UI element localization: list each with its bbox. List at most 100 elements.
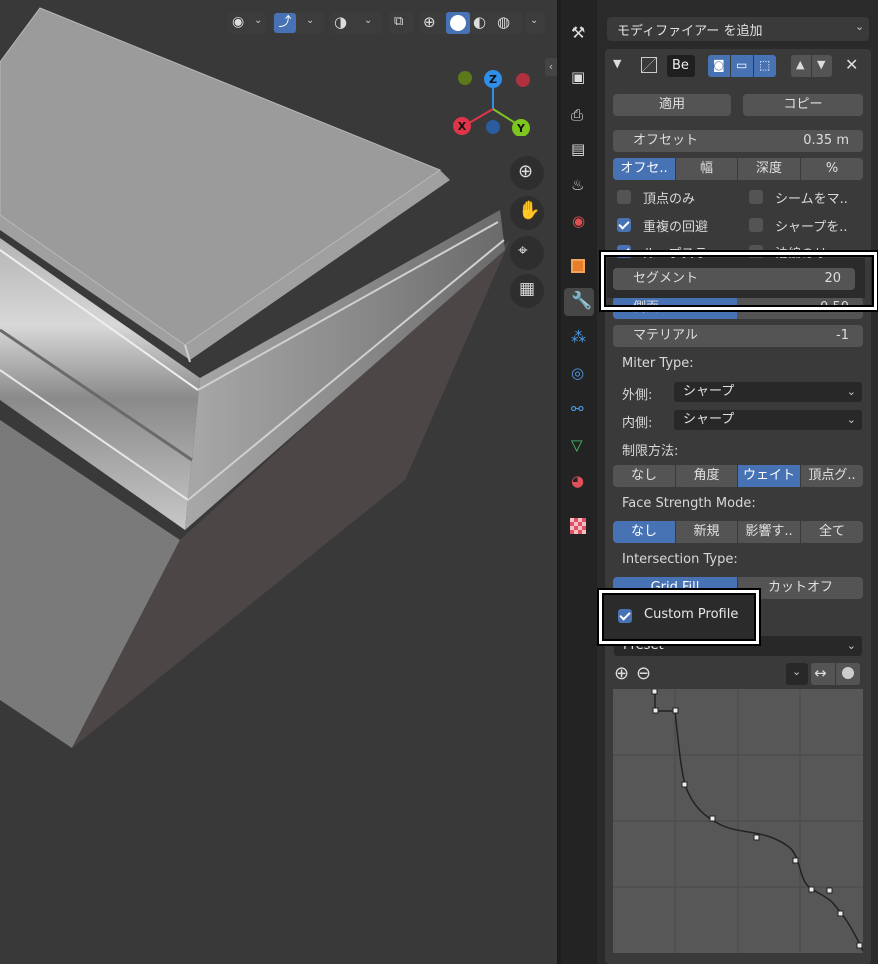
segments-field-highlighted[interactable]: セグメント 20 bbox=[613, 268, 855, 290]
rendered-shading-icon[interactable]: ◍ bbox=[497, 13, 510, 31]
camera-view-button[interactable]: ⌖ bbox=[510, 236, 544, 270]
move-down-button[interactable]: ▼ bbox=[812, 55, 832, 77]
face-strength-all[interactable]: 全て bbox=[801, 521, 863, 543]
modifier-name-field[interactable]: Be bbox=[667, 55, 695, 77]
show-on-cage-button[interactable]: ⬚ bbox=[754, 55, 776, 77]
mark-seams-label: シームをマ.. bbox=[775, 192, 848, 207]
chevron-down-icon: ⌄ bbox=[846, 385, 856, 398]
zoom-icon: ⊕ bbox=[518, 161, 534, 182]
overlay-icon: ◑ bbox=[334, 13, 348, 31]
chevron-down-icon: ⌄ bbox=[846, 413, 856, 426]
chevron-down-icon: ⌄ bbox=[530, 15, 539, 26]
miter-inner-dropdown[interactable]: シャープ ⌄ bbox=[673, 409, 863, 431]
collapse-triangle-icon[interactable]: ▼ bbox=[613, 57, 621, 70]
add-modifier-dropdown[interactable]: モディファイアー を追加 ⌄ bbox=[607, 17, 869, 41]
show-in-viewport-button[interactable]: ▭ bbox=[731, 55, 753, 77]
limit-weight[interactable]: ウェイト bbox=[738, 465, 800, 487]
tab-particles[interactable]: ⁂ bbox=[564, 324, 594, 352]
xray-toggle[interactable]: ⧉ bbox=[389, 12, 413, 34]
custom-profile-curve-widget[interactable] bbox=[613, 689, 863, 953]
tab-world[interactable]: ◉ bbox=[564, 208, 594, 236]
navigation-gizmo[interactable]: Z X Y bbox=[450, 66, 536, 136]
tab-tool[interactable]: ⚒ bbox=[564, 20, 594, 48]
material-index-field[interactable]: マテリアル -1 bbox=[613, 325, 863, 347]
xray-icon: ⧉ bbox=[394, 14, 404, 29]
custom-profile-row[interactable]: Custom Profile bbox=[599, 590, 759, 644]
material-shading-icon[interactable]: ◐ bbox=[473, 13, 486, 31]
width-type-width[interactable]: 幅 bbox=[676, 158, 737, 180]
solid-shading-icon[interactable] bbox=[446, 12, 470, 34]
perspective-toggle-button[interactable]: ▦ bbox=[510, 274, 544, 308]
tab-constraints[interactable]: ⚯ bbox=[564, 396, 594, 424]
mark-sharp-checkbox[interactable] bbox=[749, 218, 763, 232]
shading-mode-group[interactable]: ⊕ ◐ ◍ bbox=[420, 12, 522, 34]
face-strength-none[interactable]: なし bbox=[613, 521, 675, 543]
mesh-data-icon: ▽ bbox=[571, 436, 583, 454]
vertex-only-checkbox[interactable] bbox=[617, 190, 631, 204]
curve-tools-dropdown[interactable]: ⌄ bbox=[786, 663, 808, 685]
overlay-toggle[interactable]: ◑ ⌄ bbox=[330, 12, 382, 34]
camera-icon: ⌖ bbox=[518, 241, 528, 261]
tab-material[interactable]: ◕ bbox=[564, 468, 594, 496]
reset-view-button[interactable] bbox=[836, 663, 860, 685]
editmode-icon: ⬚ bbox=[759, 58, 771, 72]
offset-field[interactable]: オフセット 0.35 m bbox=[613, 130, 863, 152]
width-type-percent[interactable]: % bbox=[801, 158, 863, 180]
tab-object[interactable] bbox=[564, 254, 594, 282]
tab-modifiers[interactable]: 🔧 bbox=[564, 288, 594, 316]
tab-data[interactable]: ▽ bbox=[564, 432, 594, 460]
gizmo-toggle[interactable]: ⤴ ⌄ bbox=[272, 12, 324, 34]
tab-physics[interactable]: ◎ bbox=[564, 360, 594, 388]
zoom-button[interactable]: ⊕ bbox=[510, 156, 544, 190]
tab-render[interactable]: ▣ bbox=[564, 64, 594, 92]
face-strength-affected[interactable]: 影響す.. bbox=[738, 521, 800, 543]
custom-profile-checkbox[interactable] bbox=[618, 609, 632, 623]
custom-profile-label: Custom Profile bbox=[644, 607, 739, 622]
miter-inner-value: シャープ bbox=[683, 412, 735, 427]
clamp-overlap-checkbox[interactable] bbox=[617, 218, 631, 232]
flip-profile-button[interactable]: ↔ bbox=[811, 663, 835, 685]
curve-point bbox=[681, 781, 688, 788]
zoom-out-icon[interactable]: ⊖ bbox=[636, 663, 651, 684]
limit-none[interactable]: なし bbox=[613, 465, 675, 487]
mark-seams-checkbox[interactable] bbox=[749, 190, 763, 204]
segments-label: セグメント bbox=[633, 271, 699, 286]
segments-highlight-inner: セグメント 20 bbox=[607, 258, 865, 298]
material-label: マテリアル bbox=[633, 328, 698, 343]
tab-view-layer[interactable]: ▤ bbox=[564, 136, 594, 164]
copy-button[interactable]: コピー bbox=[743, 94, 863, 116]
limit-angle[interactable]: 角度 bbox=[676, 465, 737, 487]
sidebar-toggle[interactable]: ‹ bbox=[545, 58, 557, 76]
show-in-editmode-button[interactable]: ◙ bbox=[708, 55, 730, 77]
curve-point bbox=[651, 689, 658, 695]
zoom-in-icon[interactable]: ⊕ bbox=[614, 663, 629, 684]
constraints-icon: ⚯ bbox=[571, 400, 584, 418]
width-type-depth[interactable]: 深度 bbox=[738, 158, 800, 180]
close-icon[interactable]: ✕ bbox=[845, 55, 858, 74]
face-strength-new[interactable]: 新規 bbox=[676, 521, 737, 543]
miter-outer-value: シャープ bbox=[683, 384, 735, 399]
move-up-button[interactable]: ▲ bbox=[791, 55, 811, 77]
curve-point bbox=[837, 910, 844, 917]
offset-label: オフセット bbox=[633, 133, 699, 148]
apply-button[interactable]: 適用 bbox=[613, 94, 731, 116]
chevron-down-icon: ⌄ bbox=[792, 665, 802, 678]
visibility-dropdown[interactable]: ◉ ⌄ bbox=[228, 12, 266, 34]
circle-dot-icon bbox=[842, 667, 854, 679]
tab-scene[interactable]: ♨ bbox=[564, 172, 594, 200]
x-axis-label: X bbox=[458, 120, 467, 133]
wireframe-shading-icon[interactable]: ⊕ bbox=[423, 13, 436, 31]
3d-viewport[interactable]: ◉ ⌄ ⤴ ⌄ ◑ ⌄ ⧉ ⊕ ◐ ◍ ⌄ ‹ Z X Y ⊕ ✋ ⌖ ▦ bbox=[0, 0, 557, 964]
miter-inner-label: 内側: bbox=[622, 416, 653, 431]
miter-outer-dropdown[interactable]: シャープ ⌄ bbox=[673, 381, 863, 403]
width-type-offset[interactable]: オフセ.. bbox=[613, 158, 675, 180]
curve-point bbox=[792, 857, 799, 864]
shading-options-dropdown[interactable]: ⌄ bbox=[525, 12, 545, 34]
segments-value: 20 bbox=[824, 271, 841, 286]
tab-output[interactable]: ⎙ bbox=[564, 102, 594, 130]
tab-texture[interactable] bbox=[564, 514, 594, 542]
limit-vertex-group[interactable]: 頂点グ.. bbox=[801, 465, 863, 487]
texture-icon bbox=[570, 518, 586, 534]
pan-button[interactable]: ✋ bbox=[510, 196, 544, 230]
curve-point bbox=[709, 815, 716, 822]
